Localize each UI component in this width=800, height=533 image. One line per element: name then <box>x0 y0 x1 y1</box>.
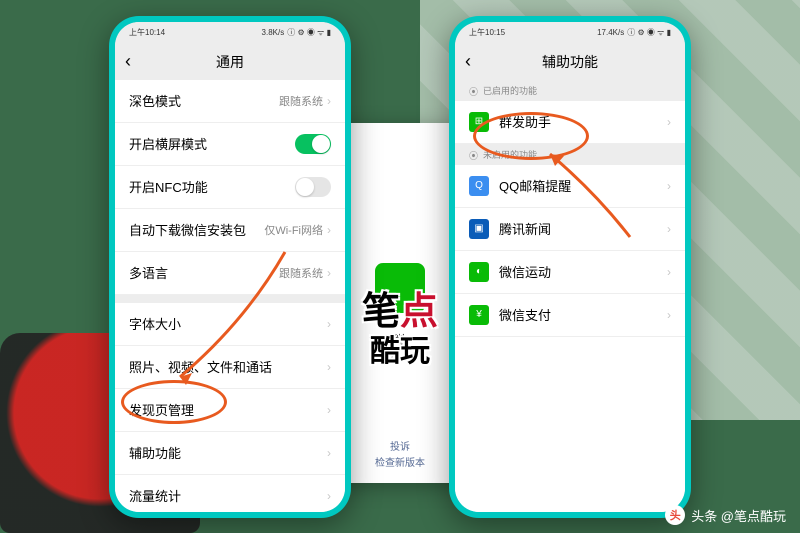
row-label: 发现页管理 <box>129 400 327 419</box>
chevron-icon: › <box>667 222 671 236</box>
chevron-icon: › <box>327 403 331 417</box>
phone-right: 上午10:15 17.4K/sⓘ ⚙ ◉ ᯤ ▮ ‹ 辅助功能 ⦿已启用的功能⊞… <box>449 16 691 518</box>
chevron-icon: › <box>327 360 331 374</box>
chevron-icon: › <box>667 308 671 322</box>
watermark: 笔点 酷玩 <box>362 294 438 366</box>
settings-row[interactable]: 深色模式跟随系统› <box>115 80 345 123</box>
feature-row[interactable]: ▣腾讯新闻› <box>455 208 685 251</box>
footer-attribution: 头 头条 @笔点酷玩 <box>665 505 786 525</box>
back-icon[interactable]: ‹ <box>465 51 471 72</box>
chevron-icon: › <box>327 317 331 331</box>
phone-left: 上午10:14 3.8K/sⓘ ⚙ ◉ ᯤ ▮ ‹ 通用 深色模式跟随系统› 开启… <box>109 16 351 518</box>
settings-row[interactable]: 多语言跟随系统› <box>115 252 345 295</box>
avatar-icon: 头 <box>665 505 685 525</box>
row-label: 开启横屏模式 <box>129 134 295 153</box>
feature-row[interactable]: ◐微信运动› <box>455 251 685 294</box>
feature-row[interactable]: QQQ邮箱提醒› <box>455 165 685 208</box>
page-title: 辅助功能 <box>542 52 598 72</box>
chevron-icon: › <box>667 179 671 193</box>
row-label: 辅助功能 <box>129 443 327 462</box>
app-icon: ⊞ <box>469 112 489 132</box>
settings-row[interactable]: 自动下载微信安装包仅Wi-Fi网络› <box>115 209 345 252</box>
app-icon: ▣ <box>469 219 489 239</box>
app-icon: ¥ <box>469 305 489 325</box>
chevron-icon: › <box>667 115 671 129</box>
feature-row[interactable]: ¥微信支付› <box>455 294 685 337</box>
chevron-icon: › <box>327 489 331 503</box>
row-label: 多语言 <box>129 263 279 282</box>
status-bar: 上午10:14 3.8K/sⓘ ⚙ ◉ ᯤ ▮ <box>115 22 345 44</box>
chevron-icon: › <box>327 223 331 237</box>
toggle-switch[interactable] <box>295 177 331 197</box>
nav-bar: ‹ 通用 <box>115 44 345 80</box>
settings-row[interactable]: 字体大小› <box>115 303 345 346</box>
feature-row[interactable]: ⊞群发助手› <box>455 101 685 144</box>
settings-row[interactable]: 开启横屏模式 <box>115 123 345 166</box>
toggle-switch[interactable] <box>295 134 331 154</box>
nav-bar: ‹ 辅助功能 <box>455 44 685 80</box>
row-label: 流量统计 <box>129 486 327 505</box>
app-icon: ◐ <box>469 262 489 282</box>
chevron-icon: › <box>327 446 331 460</box>
section-header: ⦿未启用的功能 <box>455 144 685 165</box>
row-label: 照片、视频、文件和通话 <box>129 357 327 376</box>
section-header: ⦿已启用的功能 <box>455 80 685 101</box>
chevron-icon: › <box>327 266 331 280</box>
settings-row[interactable]: 发现页管理› <box>115 389 345 432</box>
settings-row[interactable]: 流量统计› <box>115 475 345 512</box>
row-label: 自动下载微信安装包 <box>129 220 264 239</box>
chevron-icon: › <box>327 94 331 108</box>
settings-row[interactable]: 开启NFC功能 <box>115 166 345 209</box>
page-title: 通用 <box>216 52 244 72</box>
status-bar: 上午10:15 17.4K/sⓘ ⚙ ◉ ᯤ ▮ <box>455 22 685 44</box>
settings-row[interactable]: 辅助功能› <box>115 432 345 475</box>
back-icon[interactable]: ‹ <box>125 51 131 72</box>
chevron-icon: › <box>667 265 671 279</box>
settings-row[interactable]: 照片、视频、文件和通话› <box>115 346 345 389</box>
row-label: 开启NFC功能 <box>129 177 295 196</box>
row-label: 字体大小 <box>129 314 327 333</box>
app-icon: Q <box>469 176 489 196</box>
row-label: 深色模式 <box>129 91 279 110</box>
